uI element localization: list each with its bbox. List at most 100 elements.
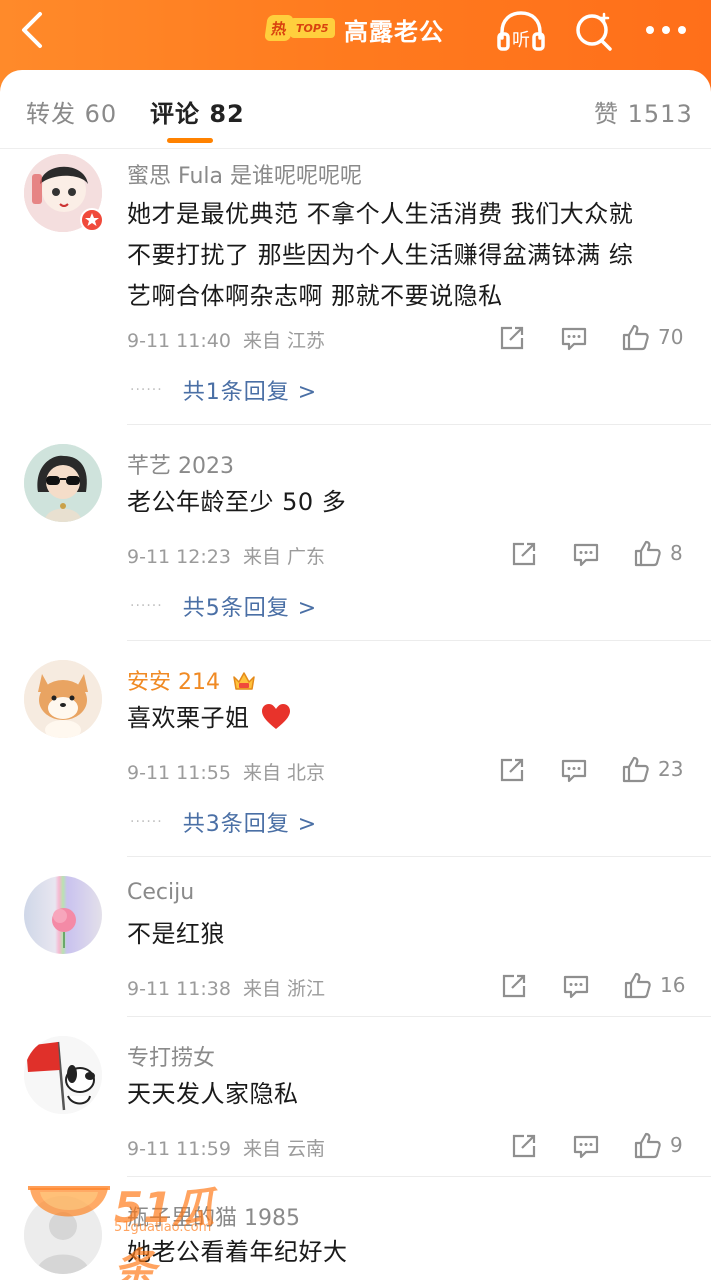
- tab-comments[interactable]: 评论 82: [150, 94, 245, 129]
- username[interactable]: 专打捞女: [127, 1040, 215, 1072]
- like-count: 9: [670, 1133, 683, 1157]
- tab-comments-label: 评论: [150, 100, 200, 128]
- share-button[interactable]: [498, 324, 526, 352]
- thumbs-up-icon: [634, 540, 661, 567]
- like-button[interactable]: 9: [632, 1130, 683, 1160]
- like-button[interactable]: 23: [620, 754, 683, 784]
- avatar[interactable]: [24, 876, 102, 954]
- comment-location: 来自 云南: [242, 1138, 326, 1160]
- tab-likes-count: 1513: [627, 100, 693, 128]
- tab-reposts[interactable]: 转发 60: [26, 94, 117, 129]
- comment-text: 天天发人家隐私: [127, 1074, 687, 1115]
- avatar[interactable]: [24, 1196, 102, 1274]
- reply-button[interactable]: [560, 324, 588, 352]
- tab-comments-count: 82: [209, 100, 245, 128]
- comment-location: 来自 北京: [242, 762, 326, 784]
- comment-meta: 9-11 12:23 来自 广东: [127, 542, 325, 569]
- comment-location: 来自 浙江: [242, 978, 326, 1000]
- hot-rank-label: TOP5: [290, 18, 335, 38]
- avatar-art-icon: [24, 1036, 102, 1114]
- hot-rank-badge: 热 TOP5: [264, 14, 335, 42]
- more-button[interactable]: [640, 10, 692, 50]
- back-button[interactable]: [14, 8, 54, 52]
- comment-line: 她才是最优典范 不拿个人生活消费 我们大众就: [127, 200, 634, 228]
- reply-button[interactable]: [562, 972, 590, 1000]
- share-button[interactable]: [510, 1132, 538, 1160]
- share-icon: [512, 542, 536, 566]
- listen-button[interactable]: 听: [496, 8, 546, 54]
- crown-badge-icon: [233, 672, 255, 690]
- like-button[interactable]: 16: [622, 970, 685, 1000]
- comment-time: 9-11 12:23: [127, 546, 231, 568]
- tabs-divider: [0, 148, 711, 149]
- share-button[interactable]: [500, 972, 528, 1000]
- comment-line: 艺啊合体啊杂志啊 那就不要说隐私: [127, 282, 503, 310]
- tab-bar: 转发 60 评论 82 赞 1513: [0, 70, 711, 149]
- comment-time: 9-11 11:55: [127, 762, 231, 784]
- comment-icon: [573, 543, 599, 567]
- tab-reposts-label: 转发: [26, 100, 76, 128]
- share-button[interactable]: [498, 756, 526, 784]
- username[interactable]: Ceciju: [127, 880, 194, 905]
- comment-meta: 9-11 11:38 来自 浙江: [127, 974, 325, 1001]
- topic-title[interactable]: 高露老公: [344, 12, 444, 47]
- comment-icon: [563, 975, 589, 999]
- reply-button[interactable]: [572, 540, 600, 568]
- comment-icon: [561, 327, 587, 351]
- comment-time: 9-11 11:40: [127, 330, 231, 352]
- search-button[interactable]: [572, 8, 616, 54]
- search-icon: [576, 12, 612, 51]
- like-count: 16: [660, 973, 686, 997]
- tab-likes[interactable]: 赞 1513: [594, 94, 693, 129]
- thumbs-up-icon: [624, 972, 651, 999]
- comment-line: 喜欢栗子姐: [127, 704, 250, 732]
- comment-text: 喜欢栗子姐: [127, 698, 687, 739]
- reply-button[interactable]: [560, 756, 588, 784]
- comment-text: 老公年龄至少 50 多: [127, 482, 687, 523]
- username[interactable]: 瓶子里的猫 1985: [127, 1200, 300, 1232]
- replies-count-label: 共1条回复 >: [182, 380, 318, 405]
- comment-line: 老公年龄至少 50 多: [127, 488, 347, 516]
- replies-link[interactable]: ······ 共5条回复 >: [130, 590, 317, 622]
- comment-meta: 9-11 11:55 来自 北京: [127, 758, 325, 785]
- share-icon: [502, 974, 526, 998]
- username[interactable]: 安安 214: [127, 664, 257, 696]
- comment-line: 天天发人家隐私: [127, 1080, 299, 1108]
- like-button[interactable]: 70: [620, 322, 683, 352]
- thumbs-up-icon: [622, 756, 649, 783]
- like-count: 8: [670, 541, 683, 565]
- heart-emoji-icon: [261, 704, 290, 729]
- replies-dots: ······: [130, 814, 163, 830]
- comment-icon: [561, 759, 587, 783]
- share-icon: [512, 1134, 536, 1158]
- replies-dots: ······: [130, 598, 163, 614]
- username-text: 安安 214: [127, 670, 220, 695]
- comment-location: 来自 江苏: [242, 330, 326, 352]
- avatar[interactable]: [24, 660, 102, 738]
- username[interactable]: 蜜思 Fula 是谁呢呢呢呢: [127, 158, 362, 190]
- like-count: 23: [658, 757, 684, 781]
- comment-divider: [127, 856, 711, 857]
- reply-button[interactable]: [572, 1132, 600, 1160]
- more-dots-icon: [646, 26, 686, 34]
- avatar-art-icon: [24, 876, 102, 954]
- hot-char: 热: [264, 15, 294, 41]
- avatar-art-icon: [24, 444, 102, 522]
- replies-link[interactable]: ······ 共3条回复 >: [130, 806, 317, 838]
- avatar[interactable]: [24, 444, 102, 522]
- avatar[interactable]: [24, 1036, 102, 1114]
- comment-line: 她老公看着年纪好大: [127, 1238, 348, 1266]
- comment-meta: 9-11 11:59 来自 云南: [127, 1134, 325, 1161]
- thumbs-up-icon: [622, 324, 649, 351]
- comment-meta: 9-11 11:40 来自 江苏: [127, 326, 325, 353]
- listen-label: 听: [512, 30, 530, 51]
- username[interactable]: 芊艺 2023: [127, 448, 234, 480]
- tab-reposts-count: 60: [84, 100, 118, 128]
- comment-text: 不是红狼: [127, 914, 687, 955]
- tab-likes-label: 赞: [594, 100, 619, 128]
- like-count: 70: [658, 325, 684, 349]
- share-button[interactable]: [510, 540, 538, 568]
- share-icon: [500, 326, 524, 350]
- like-button[interactable]: 8: [632, 538, 683, 568]
- replies-link[interactable]: ······ 共1条回复 >: [130, 374, 317, 406]
